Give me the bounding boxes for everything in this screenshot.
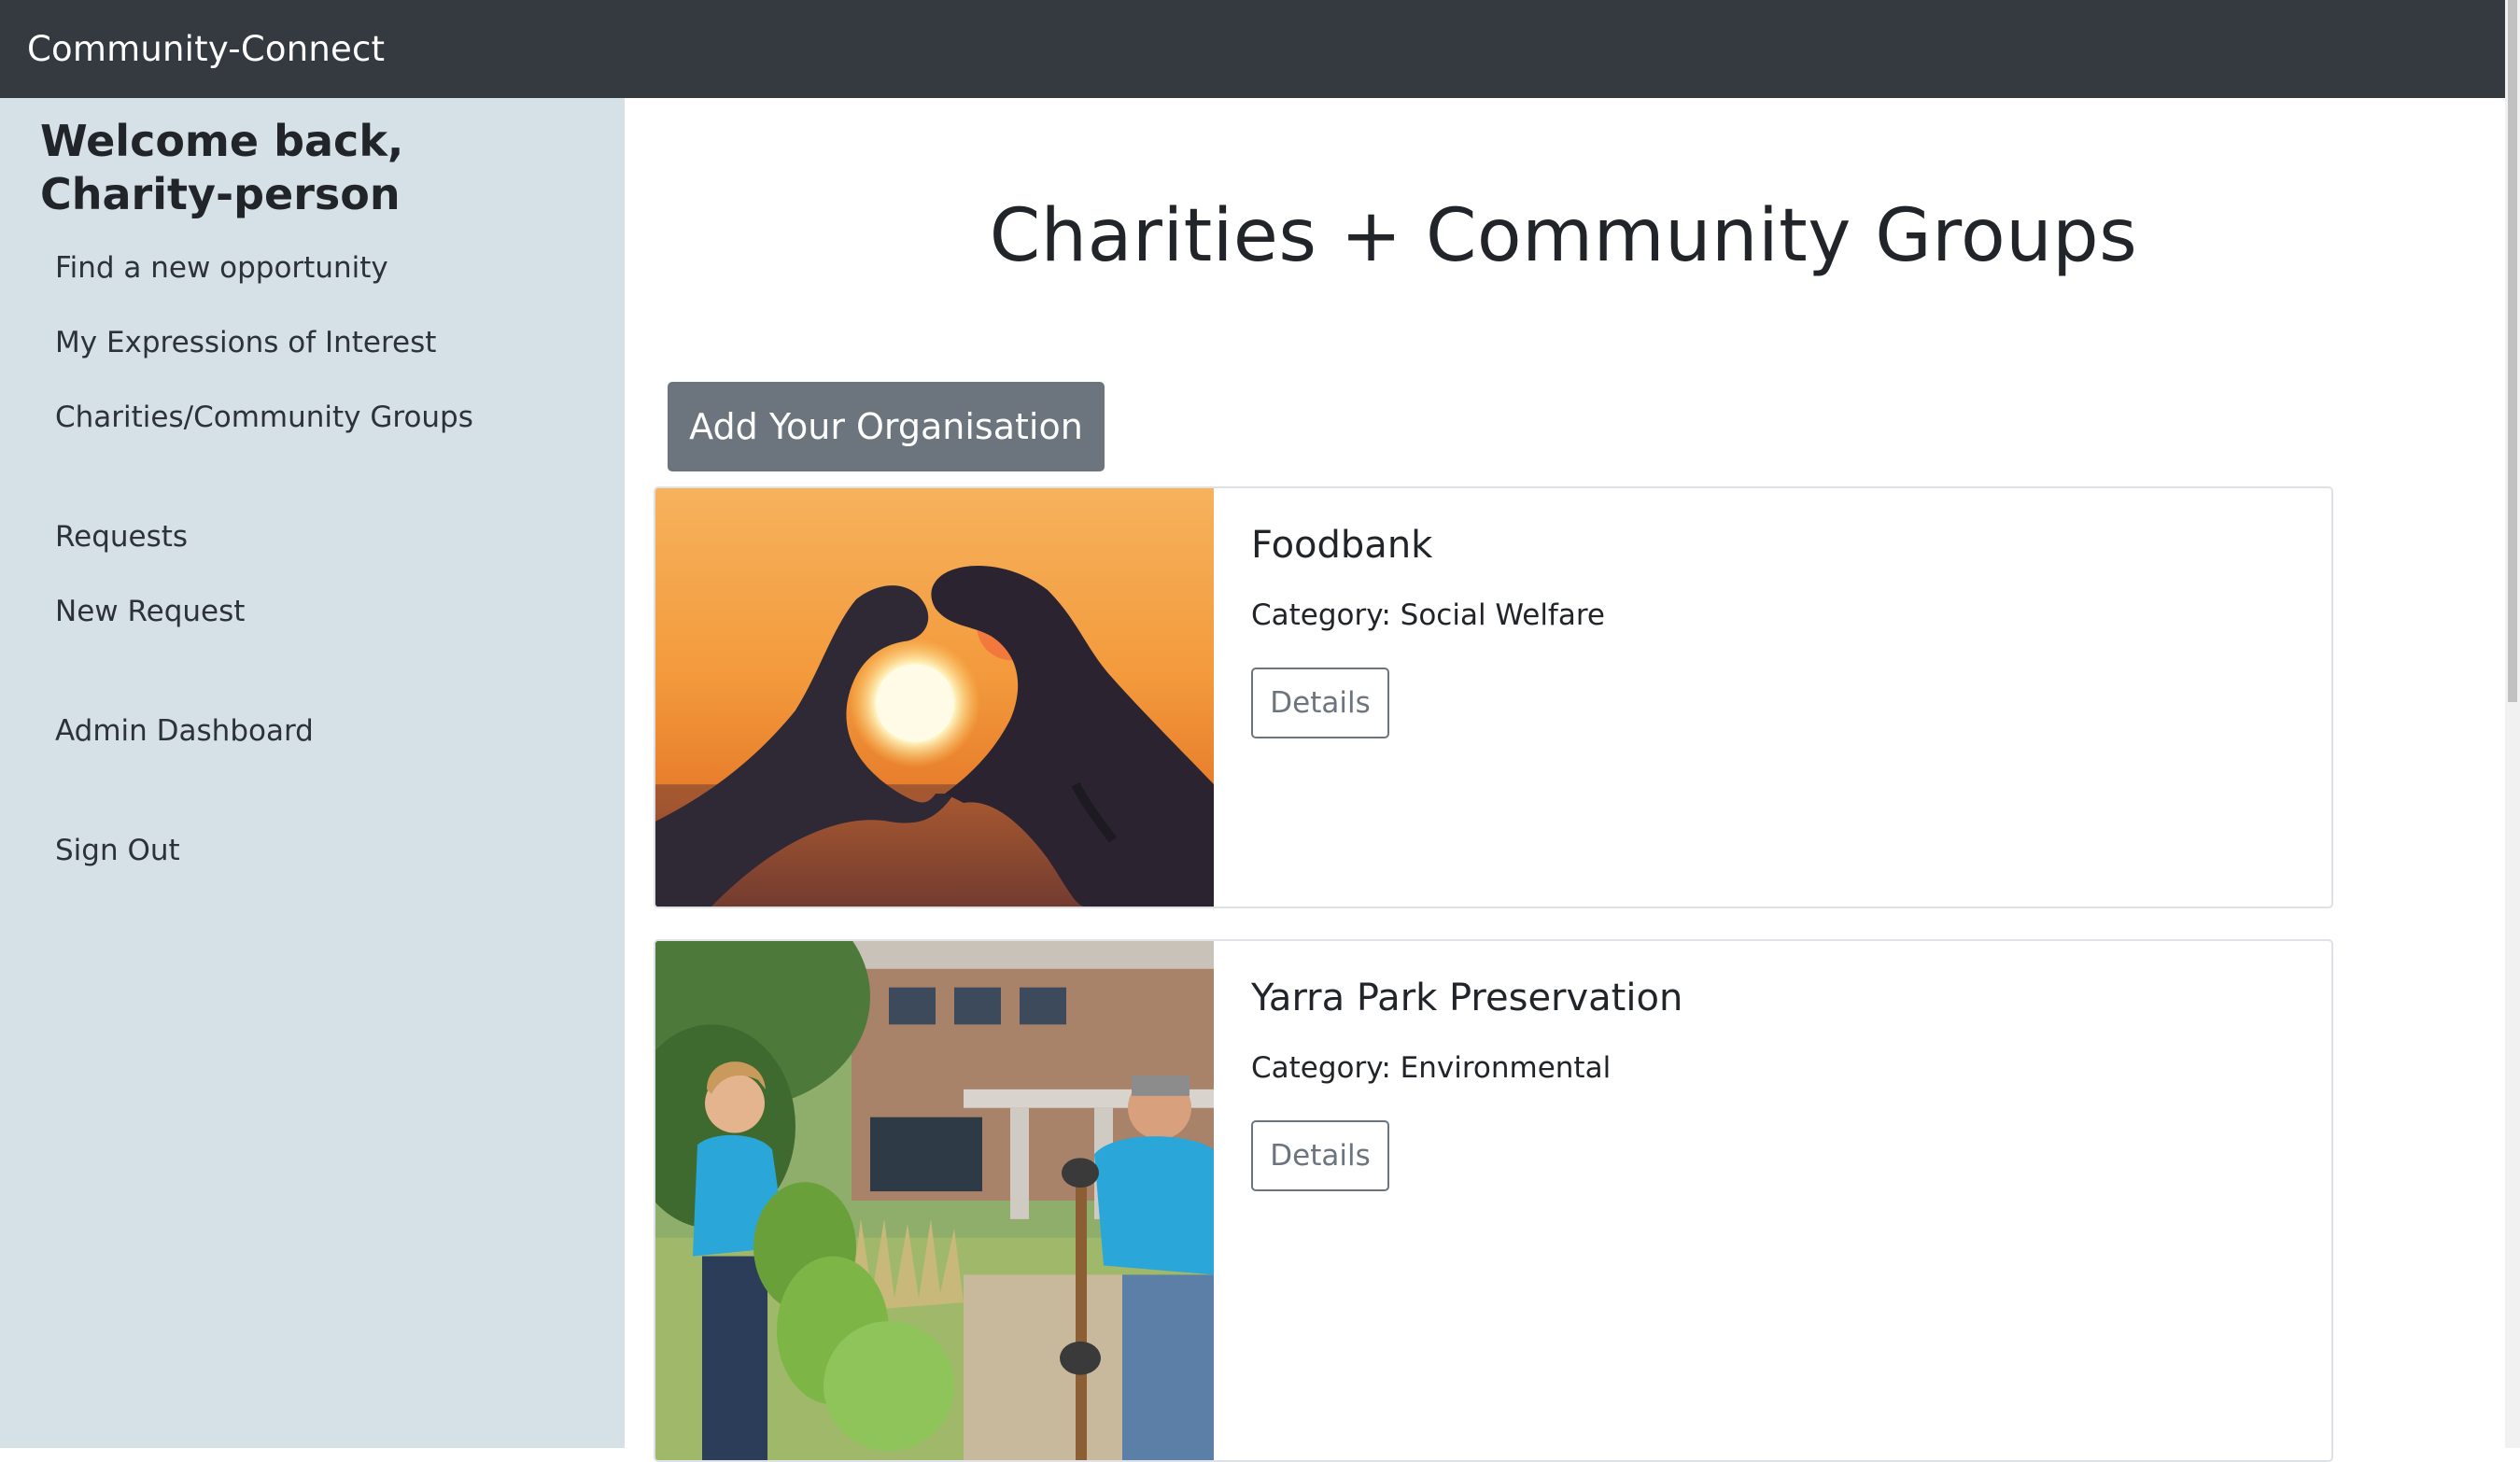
vertical-scrollbar[interactable] — [2505, 0, 2520, 1448]
organisation-category: Category: Environmental — [1251, 1051, 1612, 1085]
top-navbar: Community-Connect — [0, 0, 2505, 98]
organisation-name: Foodbank — [1251, 524, 1433, 567]
sidebar-item-expressions-of-interest[interactable]: My Expressions of Interest — [55, 326, 436, 359]
details-button[interactable]: Details — [1251, 1120, 1389, 1191]
sidebar-item-sign-out[interactable]: Sign Out — [55, 834, 180, 867]
main-content: Charities + Community Groups Add Your Or… — [625, 98, 2505, 1462]
sidebar-item-new-request[interactable]: New Request — [55, 595, 245, 628]
add-organisation-button[interactable]: Add Your Organisation — [668, 382, 1105, 471]
brand-link[interactable]: Community-Connect — [27, 29, 385, 69]
scrollbar-thumb[interactable] — [2508, 0, 2517, 702]
sidebar-item-requests[interactable]: Requests — [55, 520, 188, 554]
sidebar-item-charities[interactable]: Charities/Community Groups — [55, 401, 473, 434]
organisation-name: Yarra Park Preservation — [1251, 977, 1683, 1019]
hands-heart-sunset-photo — [655, 488, 1214, 907]
welcome-heading: Welcome back, Charity-person — [40, 116, 404, 219]
organisation-card-foodbank: Foodbank Category: Social Welfare Detail… — [654, 486, 2333, 908]
organisation-category: Category: Social Welfare — [1251, 598, 1605, 632]
sidebar: Welcome back, Charity-person Find a new … — [0, 98, 625, 1448]
volunteers-planting-photo — [655, 941, 1214, 1460]
details-button[interactable]: Details — [1251, 668, 1389, 738]
page-title: Charities + Community Groups — [989, 194, 2138, 278]
organisation-card-yarra-park: Yarra Park Preservation Category: Enviro… — [654, 939, 2333, 1462]
sidebar-item-admin-dashboard[interactable]: Admin Dashboard — [55, 714, 314, 748]
sidebar-item-find-opportunity[interactable]: Find a new opportunity — [55, 251, 388, 285]
